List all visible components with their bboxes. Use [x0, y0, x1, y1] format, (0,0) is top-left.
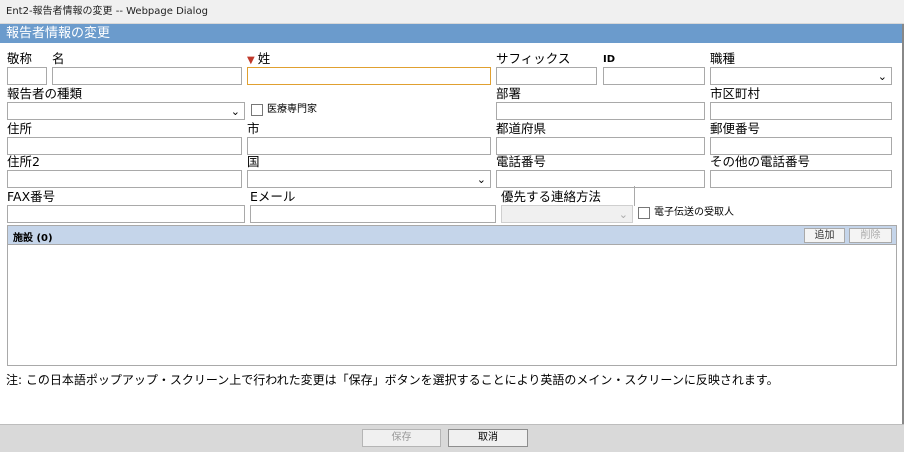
country-select[interactable]: ⌄ [247, 170, 491, 188]
phone-label: 電話番号 [496, 154, 547, 169]
e2b-recipient-checkbox[interactable] [638, 207, 650, 219]
facility-panel: 施設 (0) 追加 削除 [7, 225, 897, 366]
chevron-down-icon: ⌄ [476, 173, 486, 186]
last-name-label: 姓 [257, 51, 271, 66]
section-title: 報告者情報の変更 [6, 26, 111, 41]
id-input[interactable] [603, 67, 705, 85]
address2-label: 住所2 [7, 154, 40, 169]
email-input[interactable] [250, 205, 496, 223]
city-input[interactable] [247, 137, 491, 155]
address-input[interactable] [7, 137, 242, 155]
email-label: Eメール [250, 189, 296, 204]
add-facility-button[interactable]: 追加 [804, 228, 845, 243]
address-label: 住所 [7, 121, 33, 136]
prefecture-label: 都道府県 [496, 121, 547, 136]
department-label: 部署 [496, 86, 522, 101]
suffix-label: サフィックス [496, 51, 571, 66]
last-name-input[interactable] [247, 67, 491, 85]
chevron-down-icon: ⌄ [618, 208, 628, 221]
other-phone-input[interactable] [710, 170, 892, 188]
health-professional-checkbox[interactable] [251, 104, 263, 116]
department-input[interactable] [496, 102, 705, 120]
preferred-contact-label: 優先する連絡方法 [501, 189, 602, 204]
delete-facility-button[interactable]: 削除 [849, 228, 892, 243]
save-button[interactable]: 保存 [362, 429, 441, 447]
facility-title: 施設 (0) [13, 233, 53, 244]
fax-input[interactable] [7, 205, 245, 223]
cancel-button[interactable]: 取消 [448, 429, 528, 447]
phone-input[interactable] [496, 170, 705, 188]
address2-input[interactable] [7, 170, 242, 188]
e2b-recipient-label: 電子伝送の受取人 [654, 207, 734, 218]
prefecture-input[interactable] [496, 137, 705, 155]
first-name-label: 名 [52, 51, 65, 66]
note-text: 注: この日本語ポップアップ・スクリーン上で行われた変更は「保存」ボタンを選択す… [6, 373, 779, 387]
window-title: Ent2-報告者情報の変更 -- Webpage Dialog [6, 6, 208, 17]
city-label: 市 [247, 121, 260, 136]
city-ward-label: 市区町村 [710, 86, 761, 101]
chevron-down-icon: ⌄ [877, 70, 887, 83]
last-name-label-wrap: ▼ 姓 [247, 52, 270, 68]
other-phone-label: その他の電話番号 [710, 154, 811, 169]
country-label: 国 [247, 154, 260, 169]
section-header: 報告者情報の変更 [0, 24, 904, 43]
preferred-contact-select[interactable]: ⌄ [501, 205, 633, 223]
honorific-input[interactable] [7, 67, 47, 85]
chevron-down-icon: ⌄ [230, 105, 240, 118]
health-professional-label: 医療専門家 [267, 104, 317, 115]
postal-code-input[interactable] [710, 137, 892, 155]
honorific-label: 敬称 [7, 51, 33, 66]
window-title-bar: Ent2-報告者情報の変更 -- Webpage Dialog [0, 0, 904, 24]
city-ward-input[interactable] [710, 102, 892, 120]
postal-code-label: 郵便番号 [710, 121, 761, 136]
footer-bar: 保存 取消 [0, 424, 904, 452]
facility-header: 施設 (0) 追加 削除 [8, 226, 896, 245]
fax-label: FAX番号 [7, 189, 56, 204]
suffix-input[interactable] [496, 67, 597, 85]
reporter-type-select[interactable]: ⌄ [7, 102, 245, 120]
reporter-type-label: 報告者の種類 [7, 86, 83, 101]
required-marker-icon: ▼ [247, 55, 255, 66]
id-label: ID [603, 54, 616, 65]
divider [634, 186, 635, 206]
first-name-input[interactable] [52, 67, 242, 85]
occupation-select[interactable]: ⌄ [710, 67, 892, 85]
occupation-label: 職種 [710, 51, 736, 66]
